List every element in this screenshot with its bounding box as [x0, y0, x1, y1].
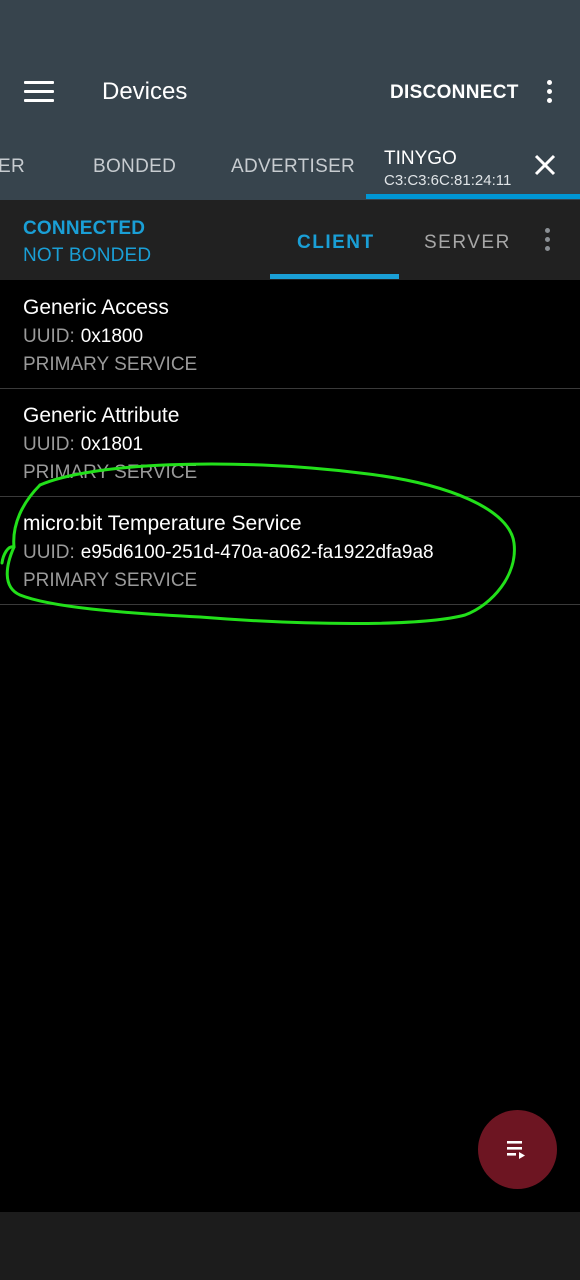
uuid-value: 0x1800	[80, 326, 144, 347]
app-bar: Devices DISCONNECT	[0, 60, 580, 128]
service-name: micro:bit Temperature Service	[23, 512, 302, 535]
service-type: PRIMARY SERVICE	[23, 570, 198, 591]
log-fab-button[interactable]	[478, 1110, 557, 1189]
uuid-value: 0x1801	[80, 434, 144, 455]
uuid-label: UUID:	[23, 542, 75, 563]
more-vert-icon[interactable]	[545, 80, 553, 108]
tab-bonded[interactable]: BONDED	[93, 156, 176, 178]
disconnect-button[interactable]: DISCONNECT	[390, 82, 519, 104]
system-navigation-bar	[0, 1212, 580, 1280]
tab-advertiser[interactable]: ADVERTISER	[231, 156, 355, 178]
service-row[interactable]: Generic Attribute UUID: 0x1801 PRIMARY SE…	[0, 388, 580, 497]
tab-server[interactable]: SERVER	[424, 232, 511, 254]
service-name: Generic Access	[23, 296, 169, 319]
service-row[interactable]: micro:bit Temperature Service UUID: e95d6…	[0, 496, 580, 605]
connection-bar: CONNECTED NOT BONDED CLIENT SERVER	[0, 200, 580, 280]
device-name: TINYGO	[384, 148, 457, 169]
service-row[interactable]: Generic Access UUID: 0x1800 PRIMARY SERVI…	[0, 280, 580, 389]
close-icon[interactable]	[532, 152, 558, 178]
uuid-label: UUID:	[23, 326, 75, 347]
bond-status: NOT BONDED	[23, 245, 152, 266]
uuid-label: UUID:	[23, 434, 75, 455]
playlist-play-icon	[507, 1141, 525, 1159]
service-type: PRIMARY SERVICE	[23, 354, 198, 375]
client-tab-indicator	[270, 274, 399, 279]
device-address: C3:C3:6C:81:24:11	[384, 172, 512, 189]
tab-device-tinygo[interactable]: TINYGO C3:C3:6C:81:24:11	[384, 148, 511, 189]
more-vert-icon[interactable]	[543, 228, 551, 256]
service-uuid: UUID: 0x1801	[23, 434, 143, 456]
tab-scanner[interactable]: ER	[0, 156, 25, 178]
page-title: Devices	[102, 78, 188, 105]
connection-status: CONNECTED	[23, 218, 146, 239]
tab-client[interactable]: CLIENT	[297, 232, 375, 254]
service-type: PRIMARY SERVICE	[23, 462, 198, 483]
service-uuid: UUID: 0x1800	[23, 326, 143, 348]
service-uuid: UUID: e95d6100-251d-470a-a062-fa1922dfa9a…	[23, 542, 434, 564]
service-name: Generic Attribute	[23, 404, 180, 427]
status-bar	[0, 0, 580, 60]
device-tabs: ER BONDED ADVERTISER TINYGO C3:C3:6C:81:…	[0, 128, 580, 200]
active-tab-indicator	[366, 194, 580, 199]
uuid-value: e95d6100-251d-470a-a062-fa1922dfa9a8	[80, 542, 434, 563]
hamburger-menu-icon[interactable]	[24, 81, 54, 105]
